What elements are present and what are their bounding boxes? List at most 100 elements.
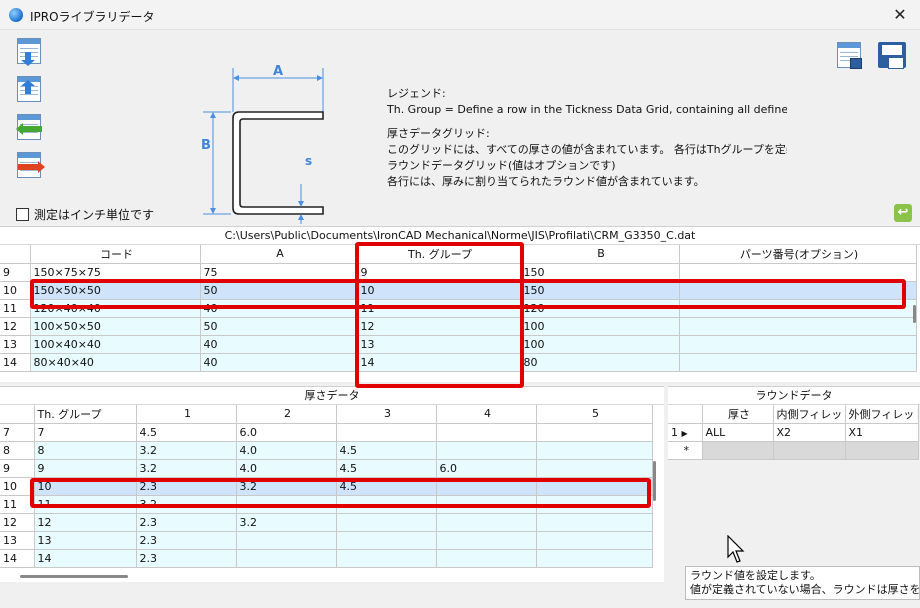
table-row[interactable]: 12 100×50×50 50 12 100 bbox=[0, 317, 917, 336]
cell-4[interactable]: 6.0 bbox=[436, 459, 537, 478]
table-row[interactable]: 10 150×50×50 50 10 150 bbox=[0, 281, 917, 300]
cell-part-number[interactable] bbox=[679, 263, 917, 282]
cell-3[interactable]: 4.5 bbox=[336, 477, 437, 496]
cell-1[interactable]: 3.2 bbox=[136, 495, 237, 514]
cell-a[interactable]: 40 bbox=[200, 299, 358, 318]
table-row[interactable]: 9 9 3.2 4.0 4.5 6.0 bbox=[0, 459, 653, 478]
cell-b[interactable]: 80 bbox=[520, 353, 680, 372]
table-row[interactable]: 14 14 2.3 bbox=[0, 549, 653, 568]
cell-th-group[interactable]: 7 bbox=[34, 423, 137, 442]
column-header-code[interactable]: コード bbox=[30, 245, 201, 264]
cell-th-group[interactable]: 11 bbox=[357, 299, 521, 318]
new-cell[interactable] bbox=[702, 441, 774, 460]
cell-b[interactable]: 100 bbox=[520, 317, 680, 336]
cell-1[interactable]: 3.2 bbox=[136, 459, 237, 478]
new-row[interactable]: * bbox=[668, 441, 919, 460]
cell-3[interactable] bbox=[336, 513, 437, 532]
cell-part-number[interactable] bbox=[679, 353, 917, 372]
cell-1[interactable]: 2.3 bbox=[136, 549, 237, 568]
column-header-th-group[interactable]: Th. グループ bbox=[34, 405, 137, 424]
cell-5[interactable] bbox=[536, 549, 653, 568]
cell-2[interactable] bbox=[236, 531, 337, 550]
inch-option[interactable]: 測定はインチ単位です bbox=[16, 206, 154, 223]
cell-4[interactable] bbox=[436, 477, 537, 496]
column-header-thickness[interactable]: 厚さ bbox=[702, 405, 774, 424]
insert-row-above-icon[interactable] bbox=[14, 74, 46, 106]
table-row[interactable]: 1 ▶ ALL X2 X1 bbox=[668, 423, 919, 442]
column-header-outer-fillet[interactable]: 外側フィレット bbox=[845, 405, 919, 424]
cell-th-group[interactable]: 8 bbox=[34, 441, 137, 460]
delete-row-icon[interactable] bbox=[14, 150, 46, 182]
table-row[interactable]: 13 100×40×40 40 13 100 bbox=[0, 335, 917, 354]
cell-part-number[interactable] bbox=[679, 317, 917, 336]
cell-2[interactable]: 4.0 bbox=[236, 441, 337, 460]
cell-code[interactable]: 120×40×40 bbox=[30, 299, 201, 318]
cell-b[interactable]: 100 bbox=[520, 335, 680, 354]
cell-b[interactable]: 120 bbox=[520, 299, 680, 318]
column-header-a[interactable]: A bbox=[200, 245, 358, 264]
column-header-2[interactable]: 2 bbox=[236, 405, 337, 424]
table-row[interactable]: 11 120×40×40 40 11 120 bbox=[0, 299, 917, 318]
column-header-1[interactable]: 1 bbox=[136, 405, 237, 424]
cell-3[interactable] bbox=[336, 549, 437, 568]
cell-3[interactable]: 4.5 bbox=[336, 441, 437, 460]
cell-a[interactable]: 50 bbox=[200, 317, 358, 336]
table-row[interactable]: 11 11 3.2 bbox=[0, 495, 653, 514]
cell-th-group[interactable]: 14 bbox=[357, 353, 521, 372]
cell-1[interactable]: 4.5 bbox=[136, 423, 237, 442]
cell-code[interactable]: 80×40×40 bbox=[30, 353, 201, 372]
insert-row-below-icon[interactable] bbox=[14, 36, 46, 68]
cell-3[interactable] bbox=[336, 531, 437, 550]
column-header-3[interactable]: 3 bbox=[336, 405, 437, 424]
cell-th-group[interactable]: 13 bbox=[34, 531, 137, 550]
cell-part-number[interactable] bbox=[679, 299, 917, 318]
column-header-5[interactable]: 5 bbox=[536, 405, 653, 424]
table-row[interactable]: 10 10 2.3 3.2 4.5 bbox=[0, 477, 653, 496]
cell-th-group[interactable]: 11 bbox=[34, 495, 137, 514]
cell-a[interactable]: 50 bbox=[200, 281, 358, 300]
table-row[interactable]: 12 12 2.3 3.2 bbox=[0, 513, 653, 532]
table-row[interactable]: 14 80×40×40 40 14 80 bbox=[0, 353, 917, 372]
undo-icon[interactable]: ↩ bbox=[894, 204, 912, 222]
cell-2[interactable]: 3.2 bbox=[236, 513, 337, 532]
cell-4[interactable] bbox=[436, 513, 537, 532]
cell-4[interactable] bbox=[436, 531, 537, 550]
cell-4[interactable] bbox=[436, 495, 537, 514]
cell-2[interactable]: 6.0 bbox=[236, 423, 337, 442]
cell-th-group[interactable]: 12 bbox=[357, 317, 521, 336]
cell-4[interactable] bbox=[436, 549, 537, 568]
thickness-vscroll[interactable] bbox=[653, 461, 656, 501]
cell-4[interactable] bbox=[436, 441, 537, 460]
main-grid-scrollbar[interactable] bbox=[913, 305, 916, 323]
cell-1[interactable]: 2.3 bbox=[136, 477, 237, 496]
inch-checkbox[interactable] bbox=[16, 208, 29, 221]
export-table-icon[interactable] bbox=[876, 40, 908, 72]
cell-th-group[interactable]: 12 bbox=[34, 513, 137, 532]
cell-5[interactable] bbox=[536, 423, 653, 442]
column-header-4[interactable]: 4 bbox=[436, 405, 537, 424]
cell-thickness[interactable]: ALL bbox=[702, 423, 774, 442]
cell-th-group[interactable]: 14 bbox=[34, 549, 137, 568]
cell-th-group[interactable]: 9 bbox=[34, 459, 137, 478]
cell-part-number[interactable] bbox=[679, 335, 917, 354]
cell-2[interactable]: 3.2 bbox=[236, 477, 337, 496]
cell-th-group[interactable]: 9 bbox=[357, 263, 521, 282]
cell-2[interactable] bbox=[236, 549, 337, 568]
cell-2[interactable]: 4.0 bbox=[236, 459, 337, 478]
cell-code[interactable]: 100×40×40 bbox=[30, 335, 201, 354]
column-header-inner-fillet[interactable]: 内側フィレット bbox=[773, 405, 846, 424]
cell-5[interactable] bbox=[536, 495, 653, 514]
cell-3[interactable]: 4.5 bbox=[336, 459, 437, 478]
new-cell[interactable] bbox=[845, 441, 919, 460]
cell-b[interactable]: 150 bbox=[520, 281, 680, 300]
cell-th-group[interactable]: 10 bbox=[357, 281, 521, 300]
cell-part-number[interactable] bbox=[679, 281, 917, 300]
cell-outer-fillet[interactable]: X1 bbox=[845, 423, 919, 442]
cell-b[interactable]: 150 bbox=[520, 263, 680, 282]
column-header-b[interactable]: B bbox=[520, 245, 680, 264]
column-header-th-group[interactable]: Th. グループ bbox=[357, 245, 521, 264]
cell-2[interactable] bbox=[236, 495, 337, 514]
cell-code[interactable]: 150×50×50 bbox=[30, 281, 201, 300]
cell-1[interactable]: 2.3 bbox=[136, 531, 237, 550]
cell-5[interactable] bbox=[536, 477, 653, 496]
